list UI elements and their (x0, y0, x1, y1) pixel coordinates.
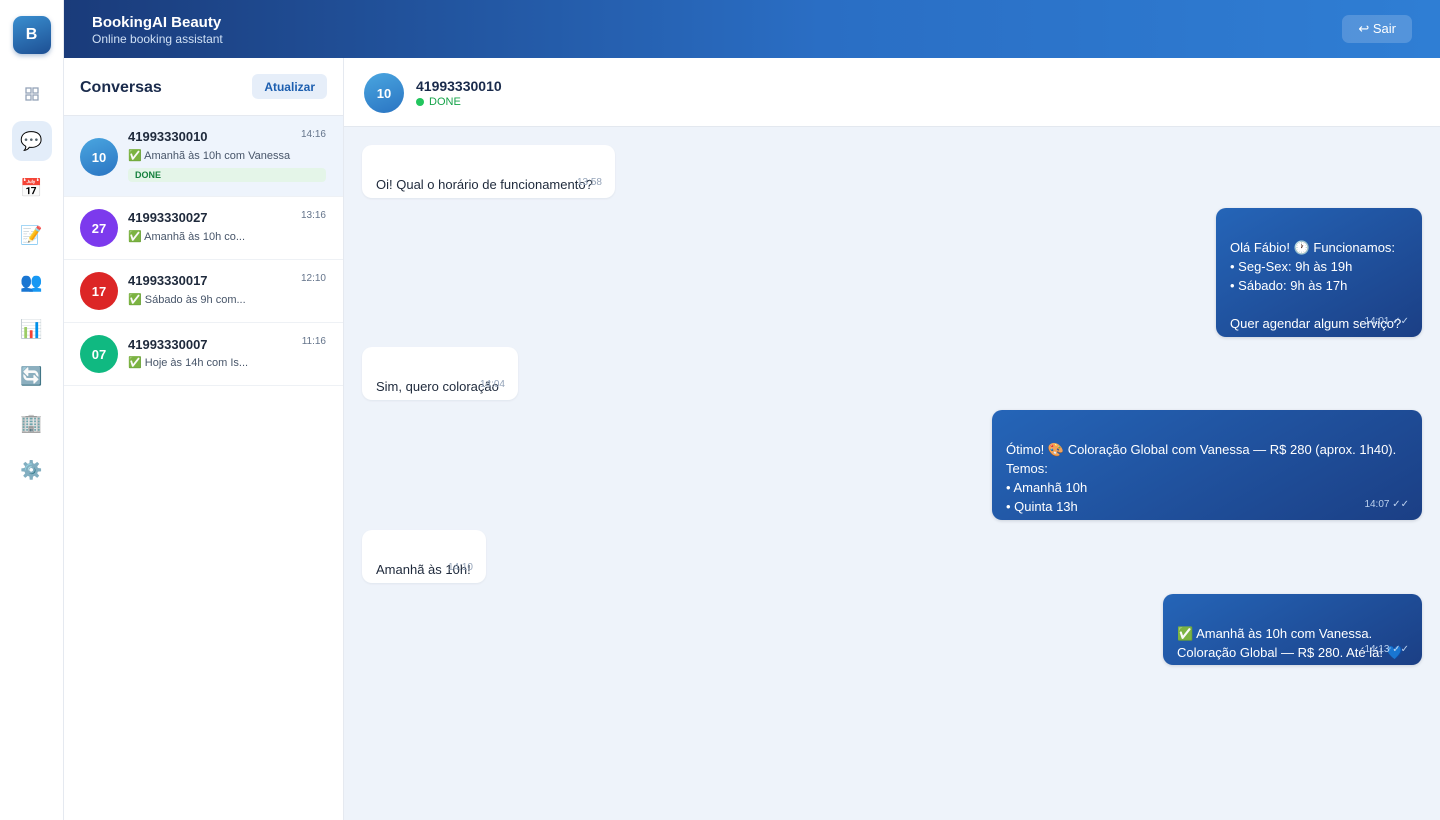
conversation-preview: ✅ Sábado às 9h com... (128, 294, 246, 306)
message-text: Oi! Qual o horário de funcionamento? (376, 177, 593, 192)
notepad-icon: 📝 (20, 224, 43, 245)
building-icon: 🏢 (20, 412, 43, 433)
rail-item-reports[interactable]: 📊 (12, 309, 52, 349)
rail-item-conversations[interactable]: 💬 (11, 121, 52, 161)
icon-rail: B 💬 📅 📝 👥 📊 🔄 🏢 ⚙️ (0, 0, 64, 820)
avatar: 27 (80, 209, 118, 247)
conversation-time: 14:16 (300, 129, 326, 140)
message-text: Ótimo! 🎨 Coloração Global com Vanessa — … (1006, 442, 1397, 514)
message-time: 14:10 (447, 562, 473, 573)
conversation-list-panel: Conversas Atualizar 10 41993330010 14:16… (64, 58, 344, 820)
rail-item-dashboard[interactable] (12, 74, 52, 114)
message-outgoing: Ótimo! 🎨 Coloração Global com Vanessa — … (992, 410, 1422, 520)
rail-item-appointments[interactable]: 📝 (12, 215, 52, 255)
conversation-item[interactable]: 10 41993330010 14:16 ✅ Amanhã às 10h com… (64, 116, 343, 197)
grid-icon (22, 84, 42, 104)
conversation-preview: ✅ Amanhã às 10h com Vanessa (128, 150, 291, 162)
conversation-preview: ✅ Amanhã às 10h co... (128, 231, 246, 243)
message-outgoing: ✅ Amanhã às 10h com Vanessa. Coloração G… (1163, 594, 1422, 665)
status-dot-icon (416, 98, 424, 106)
gear-icon: ⚙️ (20, 459, 43, 480)
rail-item-sync[interactable]: 🔄 (12, 356, 52, 396)
refresh-button[interactable]: Atualizar (252, 74, 327, 99)
avatar: 07 (80, 335, 118, 373)
conversation-item[interactable]: 07 41993330007 11:16 ✅ Hoje às 14h com I… (64, 323, 343, 386)
calendar-icon: 📅 (20, 177, 43, 198)
message-time: 14:07 ✓✓ (1364, 499, 1409, 510)
logout-button[interactable]: ↩ Sair (1342, 15, 1412, 43)
conversation-name: 41993330007 (128, 337, 208, 352)
avatar: 17 (80, 272, 118, 310)
chat-header: 10 41993330010 DONE (344, 58, 1440, 127)
conversation-list-title: Conversas (80, 79, 162, 96)
conversation-item[interactable]: 17 41993330017 12:10 ✅ Sábado às 9h com.… (64, 260, 343, 323)
message-incoming: Oi! Qual o horário de funcionamento? 13:… (362, 145, 615, 198)
rail-item-business[interactable]: 🏢 (12, 403, 52, 443)
message-incoming: Sim, quero coloração 14:04 (362, 347, 518, 400)
chart-icon: 📊 (20, 318, 43, 339)
app-title: BookingAI Beauty (92, 14, 222, 31)
rail-item-calendar[interactable]: 📅 (12, 168, 52, 208)
contact-status-label: DONE (429, 96, 461, 108)
message-time: 13:58 (576, 177, 602, 188)
conversation-item[interactable]: 27 41993330027 13:16 ✅ Amanhã às 10h co.… (64, 197, 343, 260)
chat-icon: 💬 (20, 130, 43, 151)
conversation-time: 11:16 (301, 336, 326, 347)
conversation-time: 12:10 (300, 273, 326, 284)
status-badge: DONE (128, 168, 326, 182)
message-incoming: Amanhã às 10h! 14:10 (362, 530, 486, 583)
conversation-time: 13:16 (300, 210, 326, 221)
conversation-preview: ✅ Hoje às 14h com Is... (128, 357, 249, 369)
message-time: 14:13 ✓✓ (1364, 644, 1409, 655)
contact-status: DONE (416, 96, 461, 108)
contact-avatar: 10 (364, 73, 404, 113)
rail-nav: 💬 📅 📝 👥 📊 🔄 🏢 ⚙️ (11, 74, 52, 490)
app-subtitle: Online booking assistant (92, 32, 223, 46)
message-time: 14:01 ✓✓ (1364, 316, 1409, 327)
sync-icon: 🔄 (20, 365, 43, 386)
conversation-name: 41993330010 (128, 129, 208, 144)
avatar: 10 (80, 138, 118, 176)
rail-item-clients[interactable]: 👥 (12, 262, 52, 302)
conversation-name: 41993330017 (128, 273, 208, 288)
users-icon: 👥 (20, 271, 43, 292)
contact-name: 41993330010 (416, 78, 502, 94)
conversation-name: 41993330027 (128, 210, 208, 225)
app-logo[interactable]: B (12, 16, 51, 54)
app-root: B 💬 📅 📝 👥 📊 🔄 🏢 ⚙️ BookingAI Beauty Onli… (0, 0, 1440, 820)
top-header: BookingAI Beauty Online booking assistan… (64, 0, 1440, 58)
conversation-list-header: Conversas Atualizar (64, 58, 343, 116)
chat-panel: 10 41993330010 DONE Oi! Qual o horário d… (344, 58, 1440, 820)
message-outgoing: Olá Fábio! 🕐 Funcionamos: • Seg-Sex: 9h … (1216, 208, 1422, 337)
message-time: 14:04 (479, 379, 505, 390)
rail-item-settings[interactable]: ⚙️ (12, 450, 52, 490)
